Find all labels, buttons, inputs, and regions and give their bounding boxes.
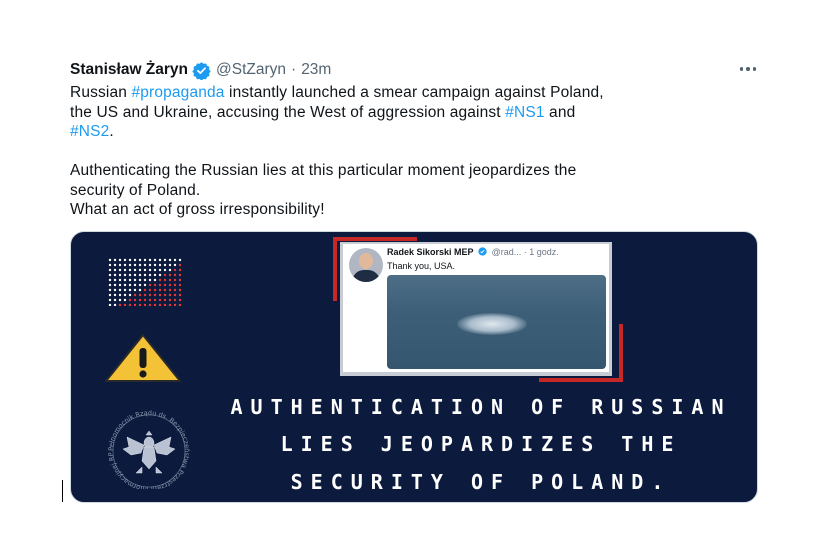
author-name[interactable]: Stanisław Żaryn <box>70 61 188 79</box>
tweet-line: Russian #propaganda instantly launched a… <box>70 83 760 103</box>
text-span: instantly launched a smear campaign agai… <box>224 84 604 101</box>
tweet-header: Stanisław Żaryn @StZaryn · 23m <box>70 58 760 82</box>
headline-line-1: AUTHENTICATION OF RUSSIAN <box>230 395 732 419</box>
hashtag-ns1[interactable]: #NS1 <box>505 104 544 121</box>
hashtag-propaganda[interactable]: #propaganda <box>132 84 225 101</box>
embedded-author-name: Radek Sikorski MEP <box>387 247 474 257</box>
tweet-time[interactable]: 23m <box>301 61 331 79</box>
text-span: and <box>544 103 576 121</box>
tweet-line: What an act of gross irresponsibility! <box>70 201 325 218</box>
embedded-tweet-text: Thank you, USA. <box>387 261 456 271</box>
more-options-icon[interactable] <box>736 62 760 76</box>
author-handle[interactable]: @StZaryn <box>216 61 286 79</box>
tweet-line: the US and Ukraine, accusing the West of… <box>70 103 760 123</box>
tweet-line: #NS2. <box>70 122 760 142</box>
polish-eagle-emblem-icon: Pełnomocnik Rządu ds. Bezpieczeństwa Prz… <box>107 409 191 489</box>
text-span: Russian <box>70 84 132 101</box>
text-cursor <box>62 480 63 502</box>
embedded-handle-time: @rad... · 1 godz. <box>491 247 559 257</box>
embedded-tweet-header: Radek Sikorski MEP @rad... · 1 godz. <box>387 247 559 257</box>
headline-line-3: SECURITY OF POLAND. <box>290 470 672 494</box>
verified-badge-icon <box>192 61 211 80</box>
headline-line-2: LIES JEOPARDIZES THE <box>280 432 682 456</box>
tweet-media-image[interactable]: Pełnomocnik Rządu ds. Bezpieczeństwa Prz… <box>70 231 758 503</box>
text-span: the US and Ukraine, accusing the West of… <box>70 103 506 121</box>
tweet-line: Authenticating the Russian lies at this … <box>70 162 577 179</box>
hashtag-ns2[interactable]: #NS2 <box>70 123 109 140</box>
text-span: . <box>109 123 114 140</box>
avatar <box>349 248 383 282</box>
red-frame-bottom-right <box>539 324 623 382</box>
tweet[interactable]: Stanisław Żaryn @StZaryn · 23m Russian #… <box>70 58 760 220</box>
dot-grid-logo-icon <box>108 258 182 306</box>
separator-dot: · <box>291 61 297 78</box>
verified-badge-icon <box>478 247 487 256</box>
gas-leak-plume <box>457 313 527 335</box>
tweet-text: Russian #propaganda instantly launched a… <box>70 83 760 220</box>
warning-icon <box>105 334 181 382</box>
tweet-line: security of Poland. <box>70 181 201 199</box>
